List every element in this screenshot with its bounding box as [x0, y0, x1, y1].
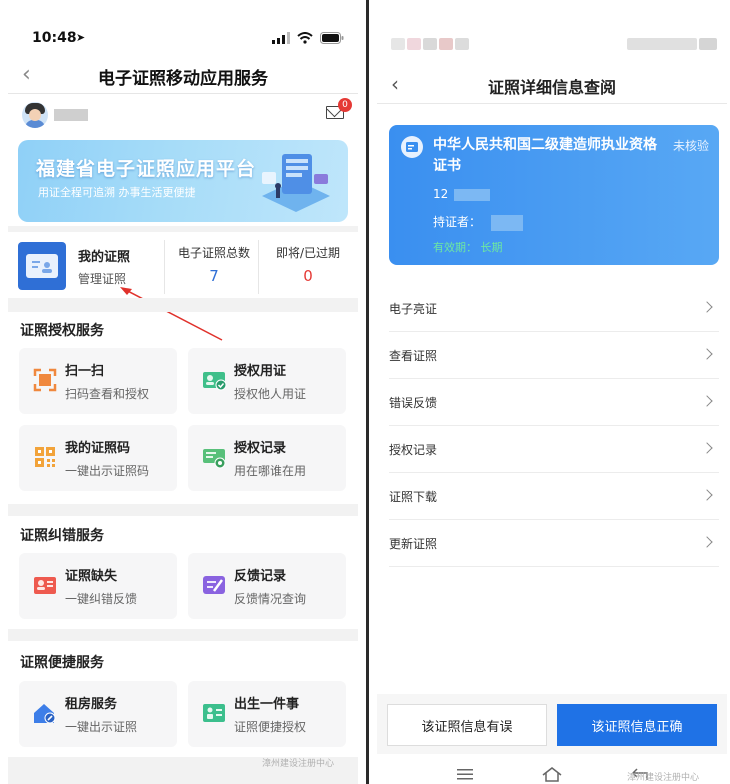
- chevron-right-icon: [701, 395, 713, 407]
- nav-bar: ‹ 电子证照移动应用服务: [8, 58, 358, 94]
- cert-total-label: 电子证照总数: [177, 246, 250, 260]
- license-status: 未核验: [672, 139, 709, 153]
- right-screen: ‹ 证照详细信息查阅 中华人民共和国二级建造师执业资格证书 未核验 12 持证者…: [369, 0, 730, 784]
- license-validity: 有效期： 长期: [433, 241, 503, 254]
- cert-expire-stat[interactable]: 即将/已过期 0: [260, 244, 356, 285]
- my-cert-title: 我的证照: [78, 250, 131, 265]
- watermark: 漳州建设注册中心: [262, 759, 335, 769]
- section-divider: [8, 504, 358, 516]
- banner[interactable]: 福建省电子证照应用平台 用证全程可追溯 办事生活更便捷: [18, 140, 348, 222]
- watermark: 漳州建设注册中心: [627, 773, 700, 783]
- chevron-right-icon: [701, 301, 713, 313]
- info-correct-button[interactable]: 该证照信息正确: [557, 704, 717, 746]
- menu-icon[interactable]: [457, 768, 473, 780]
- banner-subtitle: 用证全程可追溯 办事生活更便捷: [38, 186, 196, 199]
- page-title: 电子证照移动应用服务: [98, 69, 268, 89]
- user-row: 0: [8, 98, 358, 132]
- avatar[interactable]: [22, 102, 48, 128]
- cert-total-value: 7: [209, 267, 219, 285]
- status-icons: [272, 32, 344, 44]
- info-incorrect-button[interactable]: 该证照信息有误: [387, 704, 547, 746]
- tile-birth[interactable]: 出生一件事 证照便捷授权: [188, 681, 346, 747]
- tile-authorize-record[interactable]: 授权记录 用在哪谁在用: [188, 425, 346, 491]
- menu-item-view-cert[interactable]: 查看证照: [389, 332, 719, 379]
- record-icon: [203, 449, 226, 469]
- chevron-right-icon: [701, 442, 713, 454]
- birth-card-icon: [203, 704, 225, 722]
- banner-title: 福建省电子证照应用平台: [36, 158, 257, 180]
- menu-item-download[interactable]: 证照下载: [389, 473, 719, 520]
- nav-bar: ‹ 证照详细信息查阅: [377, 66, 727, 104]
- wifi-icon: [297, 32, 313, 44]
- banner-illustration: [262, 154, 330, 212]
- tile-scan[interactable]: 扫一扫 扫码查看和授权: [19, 348, 177, 414]
- home-icon[interactable]: [541, 766, 563, 782]
- tile-rental[interactable]: 租房服务 一键出示证照: [19, 681, 177, 747]
- menu-item-show-cert[interactable]: 电子亮证: [389, 285, 719, 332]
- location-icon: ➤: [76, 31, 86, 44]
- scan-icon: [33, 368, 57, 392]
- license-number: 12: [433, 187, 491, 201]
- tile-cert-missing[interactable]: 证照缺失 一键纠错反馈: [19, 553, 177, 619]
- menu-item-update[interactable]: 更新证照: [389, 520, 719, 567]
- menu-item-authorize-record[interactable]: 授权记录: [389, 426, 719, 473]
- license-card[interactable]: 中华人民共和国二级建造师执业资格证书 未核验 12 持证者： 有效期： 长期: [389, 125, 719, 265]
- chevron-right-icon: [701, 348, 713, 360]
- qr-code-icon: [35, 447, 55, 467]
- status-bar-blurred: [369, 38, 730, 52]
- feedback-edit-icon: [203, 576, 225, 594]
- mail-badge: 0: [338, 98, 352, 112]
- page-title: 证照详细信息查阅: [487, 78, 616, 97]
- signal-icon: [272, 32, 290, 44]
- license-holder: 持证者：: [433, 213, 523, 231]
- annotation-arrow: [120, 287, 223, 341]
- license-title: 中华人民共和国二级建造师执业资格证书: [433, 137, 657, 174]
- section-divider: [8, 629, 358, 641]
- action-bar: 该证照信息有误 该证照信息正确: [377, 694, 727, 754]
- status-time: 10:48: [32, 30, 77, 46]
- section-title-convenience: 证照便捷服务: [20, 655, 104, 671]
- tile-feedback-record[interactable]: 反馈记录 反馈情况查询: [188, 553, 346, 619]
- user-name-redacted: [54, 109, 88, 121]
- house-key-icon: [34, 704, 56, 724]
- missing-card-icon: [34, 577, 56, 594]
- status-bar: 10:48 ➤: [0, 28, 366, 52]
- section-title-authorize: 证照授权服务: [20, 323, 104, 339]
- license-icon: [401, 136, 423, 158]
- section-divider: [8, 298, 358, 312]
- cert-total-stat[interactable]: 电子证照总数 7: [168, 244, 260, 285]
- cert-expire-label: 即将/已过期: [275, 246, 341, 260]
- chevron-right-icon: [701, 536, 713, 548]
- section-title-correction: 证照纠错服务: [20, 528, 104, 544]
- battery-icon: [320, 32, 344, 44]
- tile-my-cert-code[interactable]: 我的证照码 一键出示证照码: [19, 425, 177, 491]
- chevron-right-icon: [701, 489, 713, 501]
- tile-authorize[interactable]: 授权用证 授权他人用证: [188, 348, 346, 414]
- authorize-card-icon: [203, 372, 227, 391]
- id-card-icon: [18, 242, 66, 290]
- system-nav-bar: 漳州建设注册中心: [369, 762, 730, 784]
- menu-item-error-feedback[interactable]: 错误反馈: [389, 379, 719, 426]
- left-screen: 10:48 ➤ ‹ 电子证照移动应用服务 0 福建省电子证照应用平台 用证全程可…: [0, 0, 366, 784]
- cert-expire-value: 0: [303, 267, 313, 285]
